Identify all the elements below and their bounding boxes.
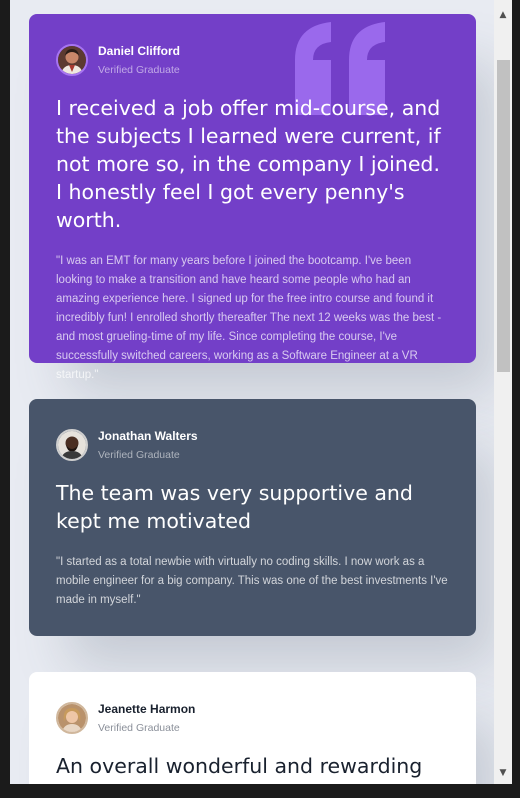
author-name: Jeanette Harmon [98,702,196,716]
avatar [56,702,88,734]
scrollbar-thumb[interactable] [497,60,510,372]
author-status: Verified Graduate [98,722,180,734]
author-status: Verified Graduate [98,449,180,461]
testimonial-card-daniel: Daniel Clifford Verified Graduate I rece… [29,14,476,381]
profile: Jonathan Walters Verified Graduate [56,429,449,461]
scroll-up-icon[interactable]: ▲ [494,8,512,22]
author-status: Verified Graduate [98,64,180,76]
testimonial-body: "I started as a total newbie with virtua… [56,556,448,606]
testimonial-headline: The team was very supportive and kept me… [56,481,413,533]
scroll-down-icon[interactable]: ▼ [494,766,512,780]
avatar [56,44,88,76]
profile: Jeanette Harmon Verified Graduate [56,702,449,734]
testimonial-card-jeanette: Jeanette Harmon Verified Graduate An ove… [29,672,476,784]
avatar [56,429,88,461]
testimonial-headline: An overall wonderful and rewarding exper… [56,754,423,784]
author-name: Daniel Clifford [98,44,181,58]
profile: Daniel Clifford Verified Graduate [56,44,449,76]
testimonial-card-jonathan: Jonathan Walters Verified Graduate The t… [29,399,476,636]
testimonial-body: "I was an EMT for many years before I jo… [56,255,442,381]
page-viewport: Daniel Clifford Verified Graduate I rece… [10,0,494,784]
testimonial-headline: I received a job offer mid-course, and t… [56,96,441,232]
author-name: Jonathan Walters [98,429,198,443]
